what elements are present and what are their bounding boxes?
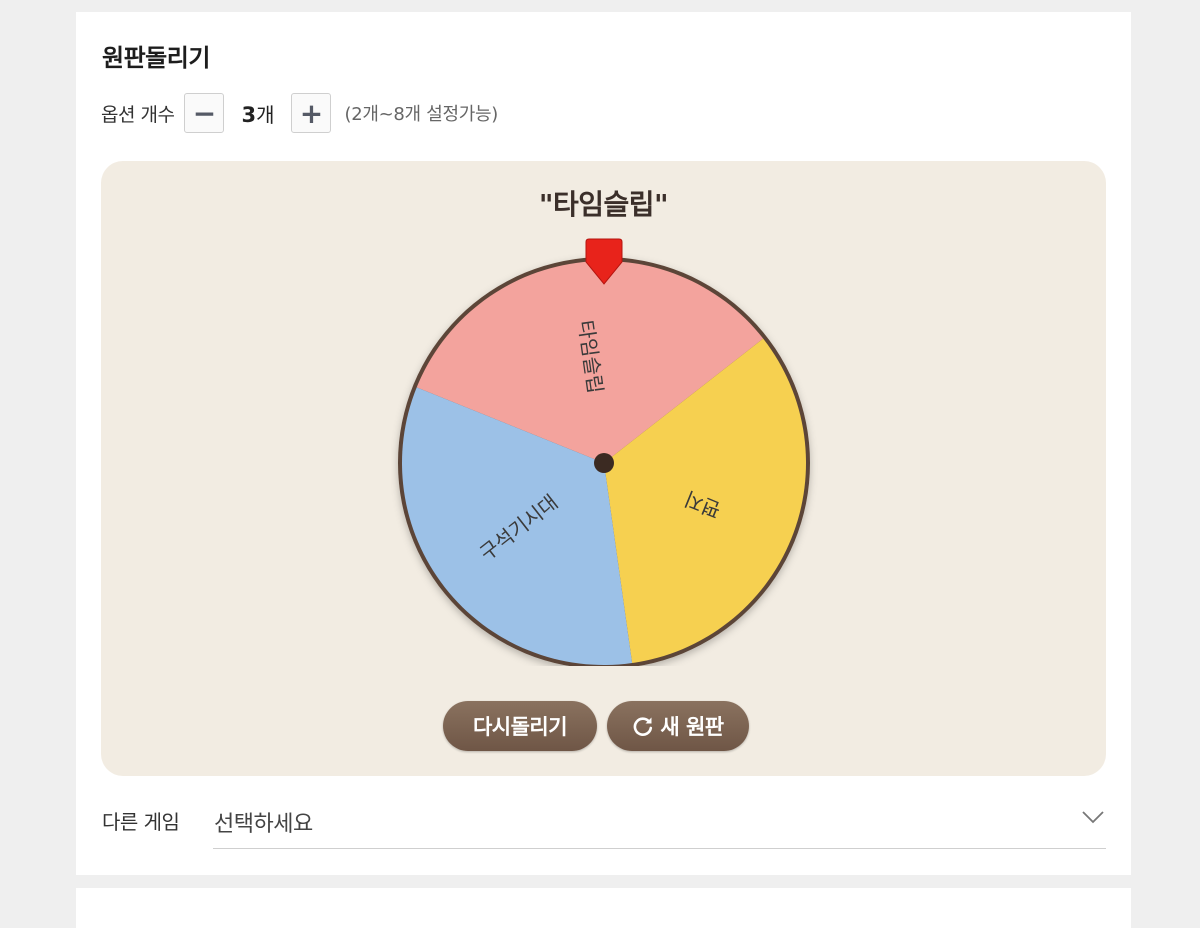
wheel-board: "타임슬립" 타임슬립 편지 구석기시대 다시돌리기 새 원판 bbox=[101, 161, 1106, 776]
wheel-segments: 타임슬립편지구석기시대 bbox=[398, 257, 810, 666]
new-wheel-button[interactable]: 새 원판 bbox=[607, 701, 749, 751]
next-card bbox=[76, 888, 1131, 928]
result-text: "타임슬립" bbox=[538, 188, 669, 221]
minus-icon: − bbox=[192, 96, 217, 130]
count-number: 3 bbox=[241, 102, 257, 127]
plus-icon: + bbox=[299, 96, 324, 130]
option-count-row: 옵션 개수 − 3개 + (2개~8개 설정가능) bbox=[101, 92, 498, 134]
range-hint: (2개~8개 설정가능) bbox=[344, 104, 498, 125]
wheel-hub bbox=[594, 453, 614, 473]
spin-again-button[interactable]: 다시돌리기 bbox=[443, 701, 597, 751]
other-game-select-value: 선택하세요 bbox=[214, 812, 313, 837]
page-title: 원판돌리기 bbox=[102, 44, 210, 72]
new-wheel-label: 새 원판 bbox=[660, 715, 724, 739]
increment-button[interactable]: + bbox=[291, 93, 332, 133]
roulette-card: 원판돌리기 옵션 개수 − 3개 + (2개~8개 설정가능) "타임슬립" 타… bbox=[76, 12, 1131, 875]
roulette-wheel[interactable]: 타임슬립편지구석기시대 bbox=[391, 236, 821, 666]
other-game-row: 다른 게임 선택하세요 bbox=[102, 798, 1106, 850]
other-game-label: 다른 게임 bbox=[102, 810, 180, 834]
chevron-down-icon bbox=[1082, 811, 1104, 824]
option-count-label: 옵션 개수 bbox=[101, 103, 175, 126]
decrement-button[interactable]: − bbox=[184, 93, 225, 133]
count-unit: 개 bbox=[256, 102, 275, 127]
wheel-actions: 다시돌리기 새 원판 bbox=[443, 701, 749, 751]
refresh-icon bbox=[634, 717, 653, 736]
spin-again-label: 다시돌리기 bbox=[472, 715, 568, 739]
option-count-value: 3개 bbox=[224, 99, 291, 128]
other-game-select[interactable]: 선택하세요 bbox=[213, 798, 1106, 849]
